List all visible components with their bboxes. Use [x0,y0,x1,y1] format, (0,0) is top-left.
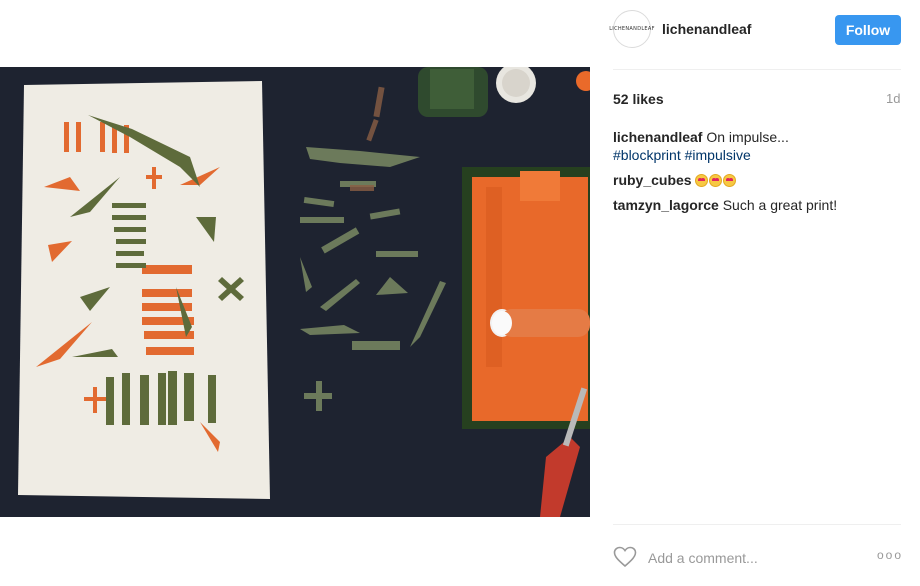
caption-text: On impulse... [706,129,789,145]
post-sidebar: LICHENANDLEAF lichenandleaf Follow 52 li… [590,0,920,586]
header-divider [613,69,901,70]
post-header: LICHENANDLEAF lichenandleaf Follow [590,0,920,60]
comment-item: ruby_cubes [613,171,903,189]
post-age[interactable]: 1d [886,91,900,106]
post-photo[interactable] [0,67,590,517]
comments-list: lichenandleaf On impulse... #blockprint … [613,128,903,221]
heart-eyes-emoji-icon [695,172,737,188]
author-username[interactable]: lichenandleaf [662,21,751,37]
comment-username[interactable]: ruby_cubes [613,172,692,188]
avatar-text: LICHENANDLEAF [609,26,655,32]
comments-divider [613,524,901,525]
more-options-icon[interactable]: ooo [877,548,903,562]
avatar[interactable]: LICHENANDLEAF [609,10,654,48]
comment-item: tamzyn_lagorce Such a great print! [613,196,903,214]
hashtag-link[interactable]: #impulsive [685,147,751,163]
follow-button[interactable]: Follow [835,15,901,45]
comment-input[interactable]: Add a comment... [648,550,758,566]
heart-icon[interactable] [613,546,637,568]
hashtag-link[interactable]: #blockprint [613,147,681,163]
caption: lichenandleaf On impulse... #blockprint … [613,128,903,164]
comment-username[interactable]: tamzyn_lagorce [613,197,719,213]
post-photo-artwork [0,67,590,517]
comment-text: Such a great print! [722,197,838,213]
likes-count[interactable]: 52 likes [613,91,664,107]
comment-bar: Add a comment... ooo [613,542,903,572]
caption-username[interactable]: lichenandleaf [613,129,702,145]
